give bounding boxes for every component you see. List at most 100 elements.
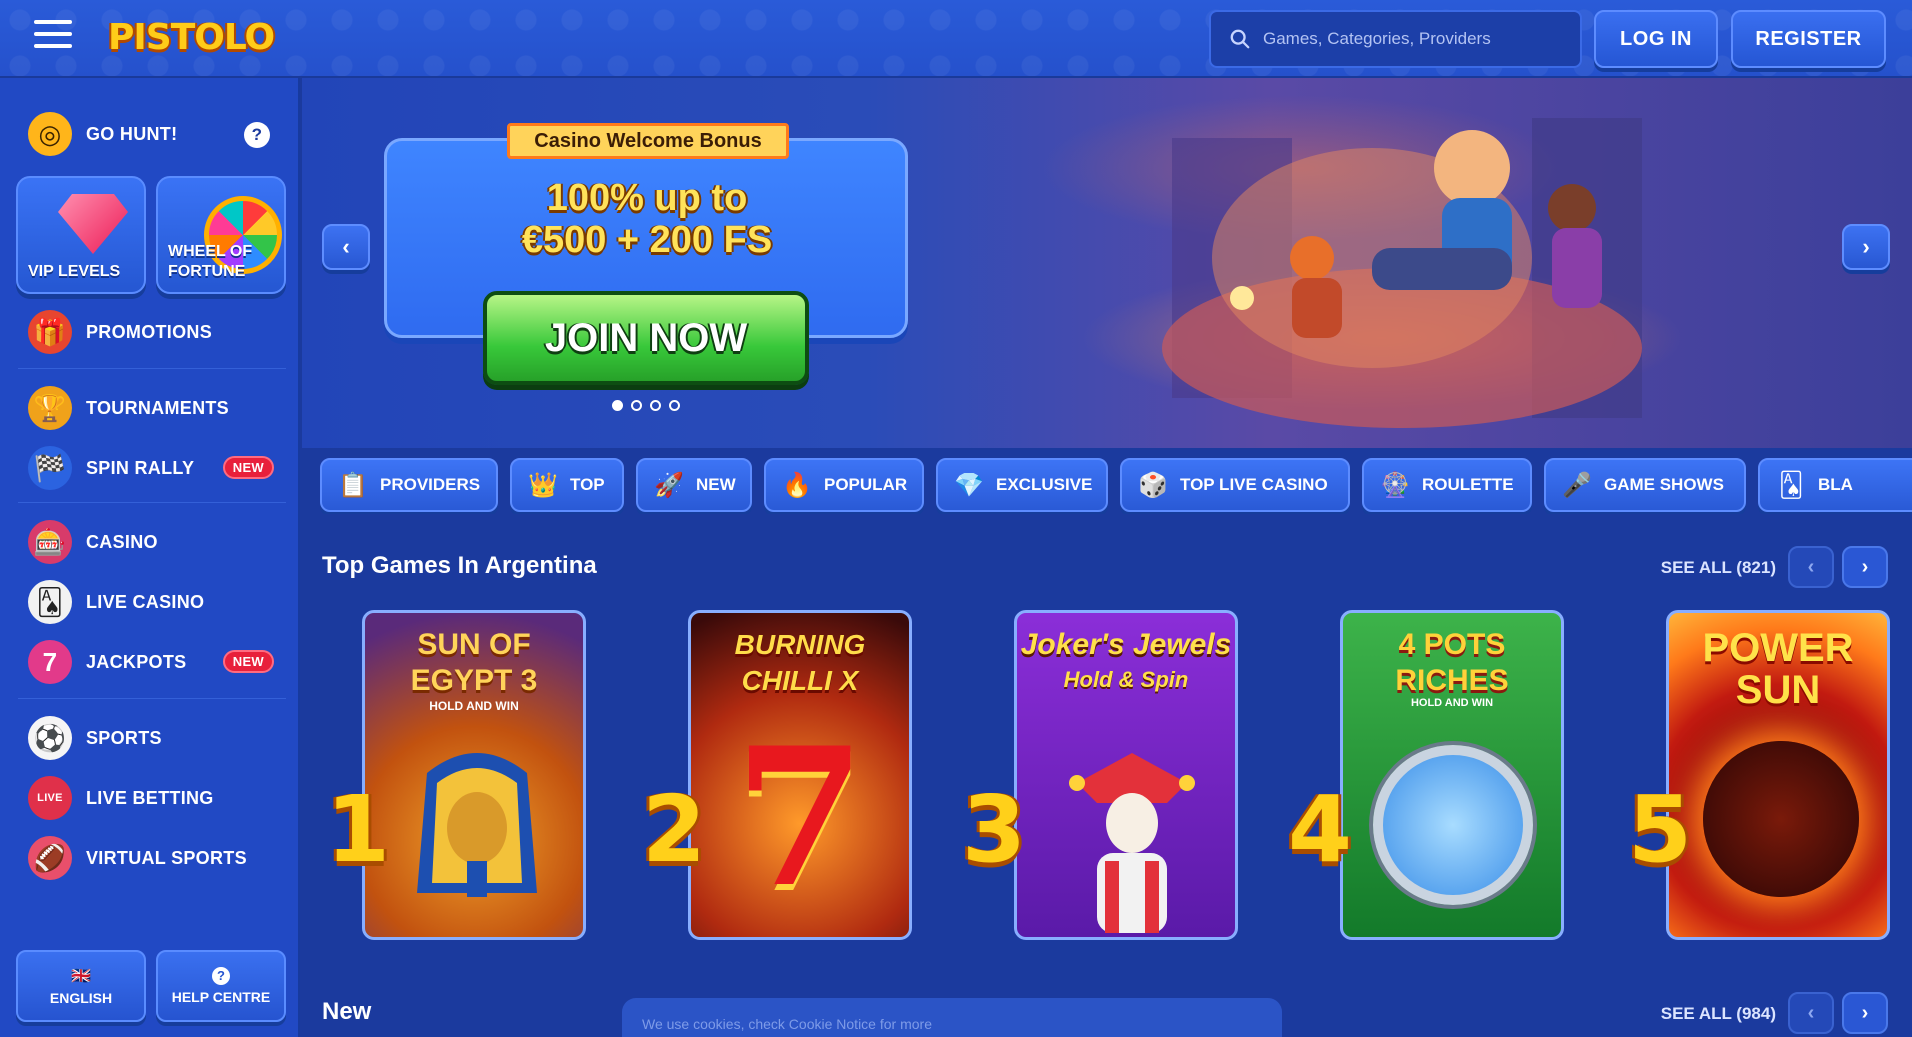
checkered-flag-icon: 🏁 [28, 446, 72, 490]
list-icon: 📋 [338, 471, 368, 499]
category-game-shows[interactable]: 🎤 GAME SHOWS [1544, 458, 1746, 512]
carousel-dot[interactable] [631, 400, 642, 411]
sidebar-item-sports[interactable]: ⚽ SPORTS [28, 716, 278, 760]
chevron-right-icon: › [1861, 1001, 1869, 1024]
category-roulette[interactable]: 🎡 ROULETTE [1362, 458, 1532, 512]
gem-icon [58, 194, 128, 254]
category-new[interactable]: 🚀 NEW [636, 458, 752, 512]
sidebar-item-live-casino[interactable]: 🂡 LIVE CASINO [28, 580, 278, 624]
top-games-prev-button[interactable]: ‹ [1788, 546, 1834, 588]
game-card-sun-of-egypt-3[interactable]: SUN OF EGYPT 3 HOLD AND WIN [362, 610, 586, 940]
joker-artwork [1069, 753, 1195, 933]
sidebar-item-label: JACKPOTS [86, 651, 187, 672]
new-games-prev-button[interactable]: ‹ [1788, 992, 1834, 1034]
sidebar-item-virtual-sports[interactable]: 🏈 VIRTUAL SPORTS [28, 836, 278, 880]
wheel-of-fortune-tile[interactable]: WHEEL OF FORTUNE [156, 176, 286, 294]
game-card-burning-chilli-x[interactable]: BURNING CHILLI X 7 [688, 610, 912, 940]
rank-3: 3 [962, 776, 1027, 883]
cards-icon: 🂡 [28, 580, 72, 624]
category-popular[interactable]: 🔥 POPULAR [764, 458, 924, 512]
register-button[interactable]: REGISTER [1731, 10, 1886, 68]
game-card-jokers-jewels[interactable]: Joker's Jewels Hold & Spin [1014, 610, 1238, 940]
live-icon: LIVE [28, 776, 72, 820]
roulette-icon: 🎡 [1380, 471, 1410, 499]
go-hunt-item[interactable]: ◎ GO HUNT! ? [28, 112, 278, 156]
category-top[interactable]: 👑 TOP [510, 458, 624, 512]
seven-symbol-icon: 7 [733, 706, 867, 929]
cookie-notice: We use cookies, check Cookie Notice for … [622, 998, 1282, 1037]
carousel-dot[interactable] [612, 400, 623, 411]
help-centre-label: HELP CENTRE [171, 989, 271, 1005]
hero-artwork [1162, 118, 1642, 428]
search-box[interactable] [1209, 10, 1582, 68]
category-blackjack[interactable]: 🂡 BLA [1758, 458, 1912, 512]
game-title: POWER SUN [1702, 626, 1854, 712]
sidebar-item-label: PROMOTIONS [86, 321, 213, 342]
help-centre-button[interactable]: ? HELP CENTRE [156, 950, 286, 1022]
diamond-icon: 💎 [954, 471, 984, 499]
game-card-4-pots-riches[interactable]: 4 POTS RICHES HOLD AND WIN [1340, 610, 1564, 940]
sidebar-item-tournaments[interactable]: 🏆 TOURNAMENTS [28, 386, 278, 430]
sidebar-item-spin-rally[interactable]: 🏁 SPIN RALLY NEW [28, 446, 278, 490]
login-button[interactable]: LOG IN [1594, 10, 1718, 68]
slot-machine-icon: 🎰 [28, 520, 72, 564]
bonus-offer: 100% up to €500 + 200 FS [521, 177, 773, 261]
blackjack-icon: 🂡 [1778, 471, 1804, 499]
sidebar-item-casino[interactable]: 🎰 CASINO [28, 520, 278, 564]
chevron-left-icon: ‹ [1807, 555, 1815, 578]
clover-coin-icon [1373, 745, 1533, 905]
search-input[interactable] [1263, 29, 1563, 49]
uk-flag-icon: 🇬🇧 [71, 968, 91, 985]
carousel-dots [612, 400, 680, 411]
sidebar-item-label: LIVE CASINO [86, 591, 205, 612]
category-top-live-casino[interactable]: 🎲 TOP LIVE CASINO [1120, 458, 1350, 512]
sidebar-item-jackpots[interactable]: 7 JACKPOTS NEW [28, 640, 278, 684]
game-title: SUN OF EGYPT 3 [410, 628, 538, 697]
vip-levels-label: VIP LEVELS [28, 263, 121, 280]
sidebar-item-label: CASINO [86, 531, 158, 552]
chevron-left-icon: ‹ [1807, 1001, 1815, 1024]
new-games-title: New [322, 998, 372, 1025]
sun-icon [1703, 741, 1859, 897]
hero-banner: ‹ › Casino Welcome Bonus 100% up to €500… [302, 78, 1912, 448]
join-now-button[interactable]: JOIN NOW [483, 291, 809, 385]
see-all-new-link[interactable]: SEE ALL (984) [1661, 1004, 1776, 1024]
divider [18, 368, 286, 369]
gift-icon: 🎁 [28, 310, 72, 354]
game-title: BURNING CHILLI X [734, 629, 866, 696]
soccer-ball-icon: ⚽ [28, 716, 72, 760]
sidebar-item-label: SPORTS [86, 727, 162, 748]
divider [18, 698, 286, 699]
hamburger-menu-icon[interactable] [34, 20, 72, 54]
crown-icon: 👑 [528, 471, 558, 499]
sidebar: ◎ GO HUNT! ? VIP LEVELS WHEEL OF FORTUNE… [0, 78, 300, 1037]
banner-prev-button[interactable]: ‹ [322, 224, 370, 270]
game-subtitle: Hold & Spin [1063, 667, 1189, 692]
flame-icon: 🔥 [782, 471, 812, 499]
pistolo-logo[interactable]: PISTOLO [100, 12, 282, 64]
chevron-right-icon: › [1861, 555, 1869, 578]
game-card-power-sun[interactable]: POWER SUN [1666, 610, 1890, 940]
carousel-dot[interactable] [669, 400, 680, 411]
category-exclusive[interactable]: 💎 EXCLUSIVE [936, 458, 1108, 512]
search-icon [1230, 29, 1250, 49]
microphone-icon: 🎤 [1562, 471, 1592, 499]
banner-next-button[interactable]: › [1842, 224, 1890, 270]
divider [18, 502, 286, 503]
see-all-top-link[interactable]: SEE ALL (821) [1661, 558, 1776, 578]
sidebar-item-label: VIRTUAL SPORTS [86, 847, 247, 868]
go-hunt-label: GO HUNT! [86, 123, 178, 144]
new-games-next-button[interactable]: › [1842, 992, 1888, 1034]
new-badge: NEW [222, 650, 274, 673]
go-hunt-help-icon[interactable]: ? [244, 122, 270, 148]
game-title: 4 POTS RICHES [1395, 628, 1509, 697]
category-providers[interactable]: 📋 PROVIDERS [320, 458, 498, 512]
target-icon: ◎ [28, 112, 72, 156]
carousel-dot[interactable] [650, 400, 661, 411]
sidebar-item-promotions[interactable]: 🎁 PROMOTIONS [28, 310, 278, 354]
vip-levels-tile[interactable]: VIP LEVELS [16, 176, 146, 294]
top-games-next-button[interactable]: › [1842, 546, 1888, 588]
language-button[interactable]: 🇬🇧 ENGLISH [16, 950, 146, 1022]
trophy-icon: 🏆 [28, 386, 72, 430]
sidebar-item-live-betting[interactable]: LIVE LIVE BETTING [28, 776, 278, 820]
